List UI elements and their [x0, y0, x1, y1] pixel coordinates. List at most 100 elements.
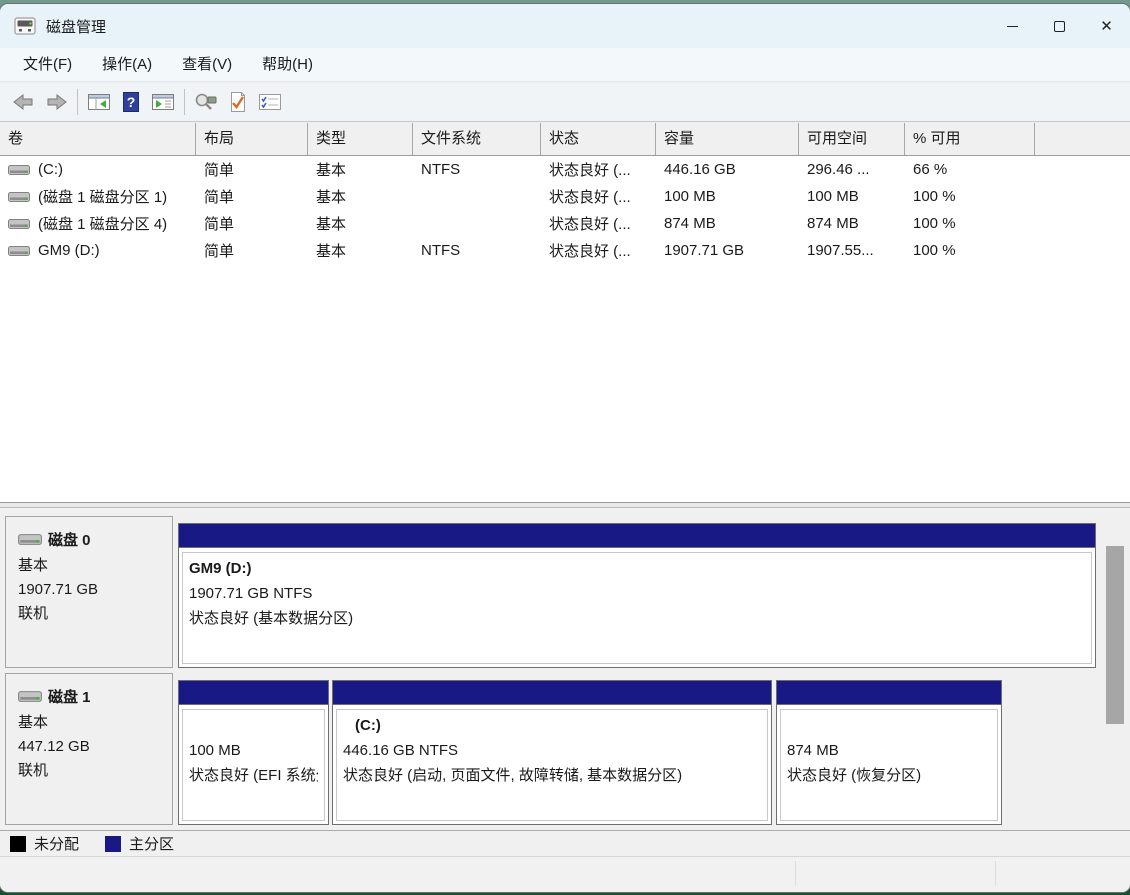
column-header-status[interactable]: 状态 — [541, 123, 656, 155]
cell-type: 基本 — [308, 159, 413, 180]
partition-status: 状态良好 (EFI 系统分区) — [189, 763, 318, 788]
partition-color-bar — [179, 524, 1095, 548]
partition-color-bar — [179, 681, 328, 705]
partition-name — [787, 713, 991, 738]
task-list-button[interactable] — [254, 87, 286, 117]
maximize-icon — [1054, 21, 1065, 32]
menu-item-help[interactable]: 帮助(H) — [247, 48, 328, 81]
toolbar-separator — [77, 89, 78, 115]
column-header-type[interactable]: 类型 — [308, 123, 413, 155]
console-tree-button[interactable] — [83, 87, 115, 117]
partition-c[interactable]: (C:) 446.16 GB NTFS 状态良好 (启动, 页面文件, 故障转储… — [332, 680, 772, 825]
volume-icon — [8, 191, 30, 203]
status-bar-separator — [995, 861, 996, 886]
minimize-button[interactable] — [989, 4, 1036, 48]
cell-capacity: 446.16 GB — [656, 161, 799, 178]
forward-icon — [44, 92, 68, 112]
menu-item-view[interactable]: 查看(V) — [167, 48, 247, 81]
partition-size-fs: 874 MB — [787, 738, 991, 763]
column-header-filesystem[interactable]: 文件系统 — [413, 123, 541, 155]
volume-list-header: 卷 布局 类型 文件系统 状态 容量 可用空间 % 可用 — [0, 123, 1130, 156]
partition-status: 状态良好 (启动, 页面文件, 故障转储, 基本数据分区) — [343, 763, 761, 788]
volume-row-c[interactable]: (C:) 简单 基本 NTFS 状态良好 (... 446.16 GB 296.… — [0, 156, 1130, 183]
cell-free-space: 296.46 ... — [799, 161, 905, 178]
partition-efi-system[interactable]: 100 MB 状态良好 (EFI 系统分区) — [178, 680, 329, 825]
rescan-button[interactable] — [190, 87, 222, 117]
title-bar: 磁盘管理 ✕ — [0, 4, 1130, 48]
toolbar: ? — [0, 83, 1130, 122]
cell-pct-free: 100 % — [905, 188, 1035, 205]
vertical-scrollbar[interactable] — [1104, 508, 1126, 830]
column-header-capacity[interactable]: 容量 — [656, 123, 799, 155]
volume-icon — [8, 164, 30, 176]
app-icon — [14, 17, 36, 35]
back-button[interactable] — [8, 87, 40, 117]
back-icon — [12, 92, 36, 112]
status-bar-separator — [795, 861, 796, 886]
cell-status: 状态良好 (... — [541, 213, 656, 234]
close-button[interactable]: ✕ — [1083, 4, 1130, 48]
volume-row-gm9-d[interactable]: GM9 (D:) 简单 基本 NTFS 状态良好 (... 1907.71 GB… — [0, 237, 1130, 264]
legend-unallocated-swatch — [10, 836, 26, 852]
cell-layout: 简单 — [196, 240, 308, 261]
partition-name: (C:) — [343, 713, 761, 738]
cell-pct-free: 100 % — [905, 242, 1035, 259]
cell-capacity: 874 MB — [656, 215, 799, 232]
partition-status: 状态良好 (恢复分区) — [787, 763, 991, 788]
svg-text:?: ? — [127, 94, 136, 110]
console-tree-icon — [87, 92, 111, 112]
maximize-button[interactable] — [1036, 4, 1083, 48]
menu-item-file[interactable]: 文件(F) — [8, 48, 87, 81]
cell-status: 状态良好 (... — [541, 240, 656, 261]
disk-icon — [18, 533, 42, 546]
cell-capacity: 100 MB — [656, 188, 799, 205]
volume-name: (磁盘 1 磁盘分区 4) — [38, 213, 167, 234]
partition-gm9-d[interactable]: GM9 (D:) 1907.71 GB NTFS 状态良好 (基本数据分区) — [178, 523, 1096, 668]
partition-status: 状态良好 (基本数据分区) — [189, 606, 1085, 631]
cell-free-space: 874 MB — [799, 215, 905, 232]
disk-size: 447.12 GB — [18, 735, 172, 759]
column-header-free-space[interactable]: 可用空间 — [799, 123, 905, 155]
volume-icon — [8, 218, 30, 230]
cell-pct-free: 66 % — [905, 161, 1035, 178]
cell-layout: 简单 — [196, 186, 308, 207]
partition-color-bar — [777, 681, 1001, 705]
column-header-pct-free[interactable]: % 可用 — [905, 123, 1035, 155]
disk-0-info-panel[interactable]: 磁盘 0 基本 1907.71 GB 联机 — [5, 516, 173, 668]
cell-free-space: 1907.55... — [799, 242, 905, 259]
menu-bar: 文件(F) 操作(A) 查看(V) 帮助(H) — [0, 48, 1130, 82]
forward-button[interactable] — [40, 87, 72, 117]
cell-layout: 简单 — [196, 159, 308, 180]
menu-item-action[interactable]: 操作(A) — [87, 48, 167, 81]
cell-type: 基本 — [308, 240, 413, 261]
cell-capacity: 1907.71 GB — [656, 242, 799, 259]
scrollbar-thumb[interactable] — [1106, 546, 1124, 724]
volume-row-disk1-part4[interactable]: (磁盘 1 磁盘分区 4) 简单 基本 状态良好 (... 874 MB 874… — [0, 210, 1130, 237]
disk-0-row: 磁盘 0 基本 1907.71 GB 联机 GM9 (D:) 1907.71 G… — [0, 516, 1130, 668]
disk-1-info-panel[interactable]: 磁盘 1 基本 447.12 GB 联机 — [5, 673, 173, 825]
column-header-empty — [1035, 123, 1130, 155]
partition-recovery[interactable]: 874 MB 状态良好 (恢复分区) — [776, 680, 1002, 825]
check-document-button[interactable] — [222, 87, 254, 117]
disk-size: 1907.71 GB — [18, 578, 172, 602]
task-list-icon — [258, 92, 282, 112]
legend-unallocated-label: 未分配 — [34, 833, 79, 854]
disk-type: 基本 — [18, 554, 172, 578]
cell-status: 状态良好 (... — [541, 186, 656, 207]
disk-name: 磁盘 0 — [48, 529, 91, 550]
partition-size-fs: 100 MB — [189, 738, 318, 763]
volume-name: (磁盘 1 磁盘分区 1) — [38, 186, 167, 207]
help-button[interactable]: ? — [115, 87, 147, 117]
column-header-volume[interactable]: 卷 — [0, 123, 196, 155]
action-pane-icon — [151, 92, 175, 112]
cell-status: 状态良好 (... — [541, 159, 656, 180]
volume-row-disk1-part1[interactable]: (磁盘 1 磁盘分区 1) 简单 基本 状态良好 (... 100 MB 100… — [0, 183, 1130, 210]
action-pane-button[interactable] — [147, 87, 179, 117]
column-header-layout[interactable]: 布局 — [196, 123, 308, 155]
disk-type: 基本 — [18, 711, 172, 735]
volume-icon — [8, 245, 30, 257]
cell-type: 基本 — [308, 186, 413, 207]
volume-name: GM9 (D:) — [38, 242, 100, 259]
legend-primary-swatch — [105, 836, 121, 852]
disk-management-window: 磁盘管理 ✕ 文件(F) 操作(A) 查看(V) 帮助(H) — [0, 4, 1130, 892]
